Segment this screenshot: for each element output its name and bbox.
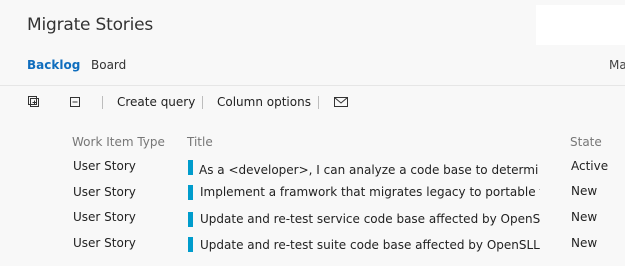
work-item-title-link[interactable]: Implement a framwork that migrates legac… (200, 185, 540, 199)
toolbar-separator (202, 96, 203, 109)
work-item-title-link[interactable]: As a <developer>, I can analyze a code b… (199, 163, 539, 177)
work-item-state: New (571, 236, 598, 250)
toolbar-separator (318, 96, 319, 109)
toolbar-separator (102, 96, 103, 109)
column-options-button[interactable]: Column options (217, 95, 311, 109)
collapse-all-icon[interactable] (69, 96, 82, 109)
work-item-type: User Story (73, 210, 136, 224)
work-item-color-bar (188, 212, 193, 227)
column-header-work-item-type[interactable]: Work Item Type (72, 135, 165, 149)
work-item-state: New (571, 184, 598, 198)
work-item-color-bar (188, 185, 193, 200)
tab-truncated[interactable]: Ma (609, 58, 625, 72)
tab-backlog[interactable]: Backlog (27, 58, 80, 72)
header-panel (536, 5, 625, 45)
create-query-button[interactable]: Create query (117, 95, 195, 109)
work-item-title-link[interactable]: Update and re-test suite code base affec… (200, 238, 540, 252)
tab-divider (0, 85, 625, 86)
email-icon[interactable] (334, 96, 349, 109)
work-item-state: New (571, 210, 598, 224)
work-item-color-bar (188, 237, 193, 252)
work-item-color-bar (188, 160, 193, 175)
work-item-type: User Story (73, 185, 136, 199)
column-header-title[interactable]: Title (187, 135, 213, 149)
tab-board[interactable]: Board (91, 58, 126, 72)
work-item-type: User Story (73, 159, 136, 173)
work-item-state: Active (571, 159, 609, 173)
work-item-title-link[interactable]: Update and re-test service code base aff… (200, 212, 540, 226)
expand-all-icon[interactable] (28, 96, 41, 109)
page-title: Migrate Stories (27, 15, 154, 35)
work-item-type: User Story (73, 236, 136, 250)
column-header-state[interactable]: State (570, 135, 602, 149)
